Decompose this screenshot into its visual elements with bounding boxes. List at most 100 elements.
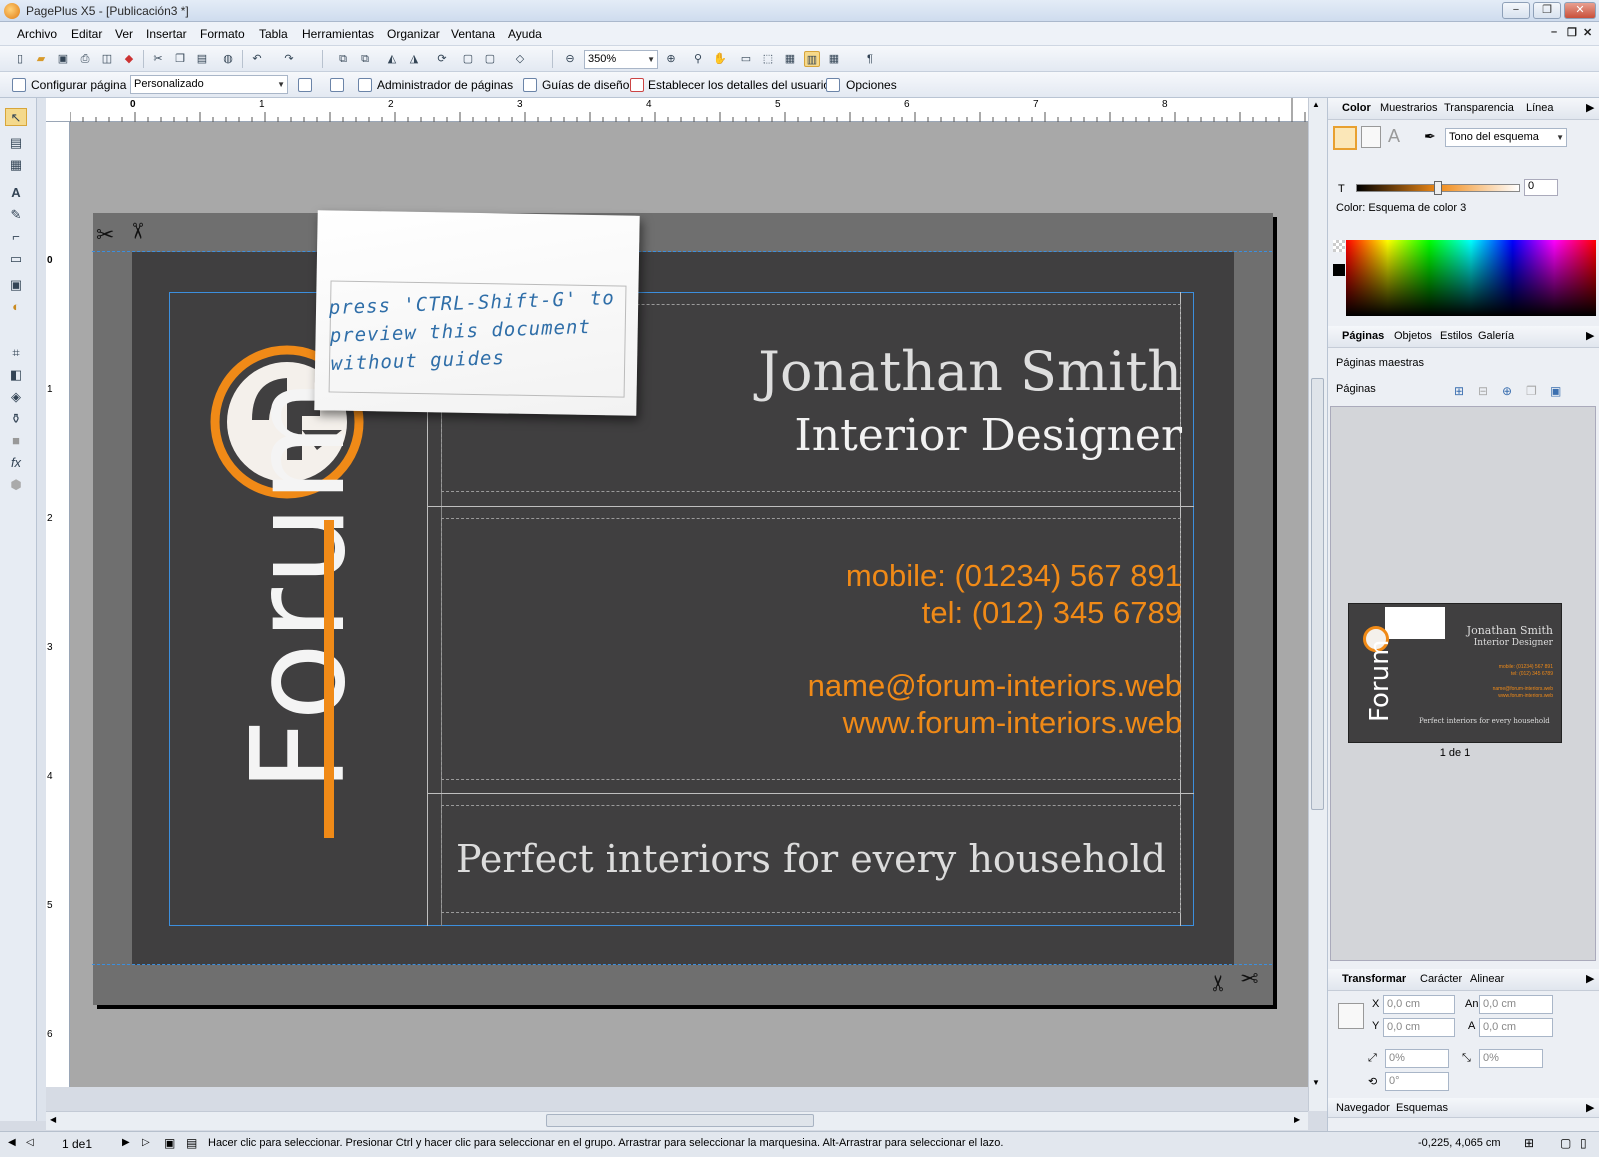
next-page-icon[interactable]: ▶: [122, 1137, 130, 1148]
tint-input[interactable]: 0: [1524, 179, 1558, 196]
panel-menu-icon[interactable]: ▶: [1586, 972, 1594, 985]
height-input[interactable]: 0,0 cm: [1479, 1018, 1553, 1037]
crop-tool-icon[interactable]: ⌗: [5, 344, 27, 362]
master-pages-toggle[interactable]: Páginas maestras: [1336, 357, 1424, 369]
pan-hand-icon[interactable]: ✋: [712, 51, 728, 67]
mdi-restore-button[interactable]: ❐: [1567, 26, 1577, 39]
zoom-in-icon[interactable]: ⊕: [663, 51, 679, 67]
fill-swatch-icon[interactable]: [1333, 126, 1357, 150]
print-icon[interactable]: ⎙: [77, 51, 93, 67]
tab-swatches[interactable]: Muestrarios: [1380, 102, 1437, 114]
format-painter-icon[interactable]: ◍: [220, 51, 236, 67]
first-page-icon[interactable]: ◀: [8, 1137, 16, 1148]
bring-forward-icon[interactable]: ⧉: [335, 51, 351, 67]
black-swatch[interactable]: [1333, 264, 1345, 276]
page-view-icon[interactable]: ▥: [804, 51, 820, 67]
menu-editar[interactable]: Editar: [71, 27, 102, 41]
fit-page-icon[interactable]: ▭: [738, 51, 754, 67]
scroll-up-icon[interactable]: ▲: [1312, 100, 1320, 109]
snap-icon[interactable]: ⊞: [1524, 1136, 1534, 1150]
mdi-close-button[interactable]: ✕: [1583, 26, 1592, 39]
margins-icon[interactable]: [330, 78, 344, 92]
options-button[interactable]: Opciones: [846, 78, 897, 92]
cut-icon[interactable]: ✂: [150, 51, 166, 67]
page-icon[interactable]: ▯: [1580, 1136, 1587, 1150]
tab-navigator[interactable]: Navegador: [1336, 1102, 1390, 1114]
width-input[interactable]: 0,0 cm: [1479, 995, 1553, 1014]
y-input[interactable]: 0,0 cm: [1383, 1018, 1455, 1037]
page-border-icon[interactable]: ▢: [1560, 1136, 1571, 1150]
tab-gallery[interactable]: Galería: [1478, 330, 1514, 342]
paste-icon[interactable]: ▤: [194, 51, 210, 67]
tab-schemes[interactable]: Esquemas: [1396, 1102, 1448, 1114]
rotate-icon[interactable]: ⟳: [434, 51, 450, 67]
color-spectrum[interactable]: [1346, 240, 1596, 316]
menu-ver[interactable]: Ver: [115, 27, 133, 41]
page-size-combo[interactable]: Personalizado ▼: [130, 75, 288, 94]
zoom-combo[interactable]: 350% ▼: [584, 50, 658, 69]
close-button[interactable]: ✕: [1564, 2, 1596, 19]
page-thumbnail[interactable]: Forum Jonathan Smith Interior Designer m…: [1348, 603, 1562, 743]
instant-3d-tool-icon[interactable]: ■: [5, 432, 27, 450]
eyedropper-icon[interactable]: ✒: [1424, 128, 1436, 145]
duplicate-page-icon[interactable]: ❐: [1526, 384, 1537, 398]
page-layout-icon[interactable]: [298, 78, 312, 92]
scale-y-input[interactable]: 0%: [1479, 1049, 1543, 1068]
panel-menu-icon[interactable]: ▶: [1586, 1101, 1594, 1114]
ungroup-icon[interactable]: ▢: [482, 51, 498, 67]
picture-tool-icon[interactable]: ▣: [5, 276, 27, 294]
page-properties-icon[interactable]: ▣: [1550, 384, 1561, 398]
formula-tool-icon[interactable]: fx: [5, 454, 27, 472]
page-view-toggle-icon[interactable]: ▣: [164, 1136, 175, 1150]
gallery-tool-icon[interactable]: ◐: [5, 298, 27, 316]
tab-pages[interactable]: Páginas: [1342, 330, 1384, 342]
tint-slider[interactable]: [1356, 181, 1520, 195]
card-mobile[interactable]: mobile: (01234) 567 891: [846, 558, 1182, 594]
tab-character[interactable]: Carácter: [1420, 973, 1462, 985]
pdf-icon[interactable]: ◆: [121, 51, 137, 67]
menu-insertar[interactable]: Insertar: [146, 27, 187, 41]
stamp-tool-icon[interactable]: ⬢: [5, 476, 27, 494]
card-name[interactable]: Jonathan Smith: [758, 340, 1182, 403]
artistic-text-tool-icon[interactable]: A: [5, 184, 27, 202]
tab-line[interactable]: Línea: [1526, 102, 1554, 114]
pointer-tool-icon[interactable]: ↖: [5, 108, 27, 126]
print-preview-icon[interactable]: ◫: [99, 51, 115, 67]
card-tel[interactable]: tel: (012) 345 6789: [922, 595, 1182, 631]
frame-text-tool-icon[interactable]: ▤: [5, 134, 27, 152]
tools-collapse-bar[interactable]: [37, 98, 46, 1121]
rectangle-tool-icon[interactable]: ▭: [5, 250, 27, 268]
design-guides-button[interactable]: Guías de diseño: [542, 78, 629, 92]
tab-align[interactable]: Alinear: [1470, 973, 1504, 985]
redo-icon[interactable]: ↷: [281, 51, 297, 67]
scroll-right-icon[interactable]: ▶: [1294, 1115, 1300, 1124]
send-backward-icon[interactable]: ⧉: [357, 51, 373, 67]
mdi-minimize-button[interactable]: –: [1551, 26, 1557, 38]
group-icon[interactable]: ▢: [460, 51, 476, 67]
no-color-swatch[interactable]: [1333, 240, 1345, 252]
scroll-left-icon[interactable]: ◀: [50, 1115, 56, 1124]
workspace-canvas[interactable]: ✂ ✂ ✂ ✂ Forum Jonathan Smith Interior De…: [70, 122, 1308, 1087]
user-details-button[interactable]: Establecer los detalles del usuario: [648, 78, 830, 92]
page-indicator[interactable]: 1 de1: [62, 1137, 92, 1151]
connector-tool-icon[interactable]: ⌐: [5, 228, 27, 246]
tab-transform[interactable]: Transformar: [1342, 973, 1406, 985]
x-input[interactable]: 0,0 cm: [1383, 995, 1455, 1014]
card-title[interactable]: Interior Designer: [794, 410, 1182, 461]
vertical-scrollbar[interactable]: ▲ ▼: [1308, 98, 1327, 1111]
horizontal-ruler[interactable]: 0 1 2 3 4 5 6 7 8: [46, 98, 1308, 122]
menu-herramientas[interactable]: Herramientas: [302, 27, 374, 41]
tab-transparency[interactable]: Transparencia: [1444, 102, 1514, 114]
menu-formato[interactable]: Formato: [200, 27, 245, 41]
menu-ventana[interactable]: Ventana: [451, 27, 495, 41]
tint-slider-thumb[interactable]: [1434, 181, 1442, 195]
flip-vertical-icon[interactable]: ◮: [406, 51, 422, 67]
undo-icon[interactable]: ↶: [249, 51, 265, 67]
tab-objects[interactable]: Objetos: [1394, 330, 1432, 342]
tab-color[interactable]: Color: [1342, 102, 1371, 114]
actual-size-icon[interactable]: ▦: [782, 51, 798, 67]
fit-width-icon[interactable]: ⬚: [760, 51, 776, 67]
delete-page-icon[interactable]: ⊟: [1478, 384, 1488, 398]
vertical-scroll-thumb[interactable]: [1311, 378, 1324, 810]
menu-ayuda[interactable]: Ayuda: [508, 27, 542, 41]
